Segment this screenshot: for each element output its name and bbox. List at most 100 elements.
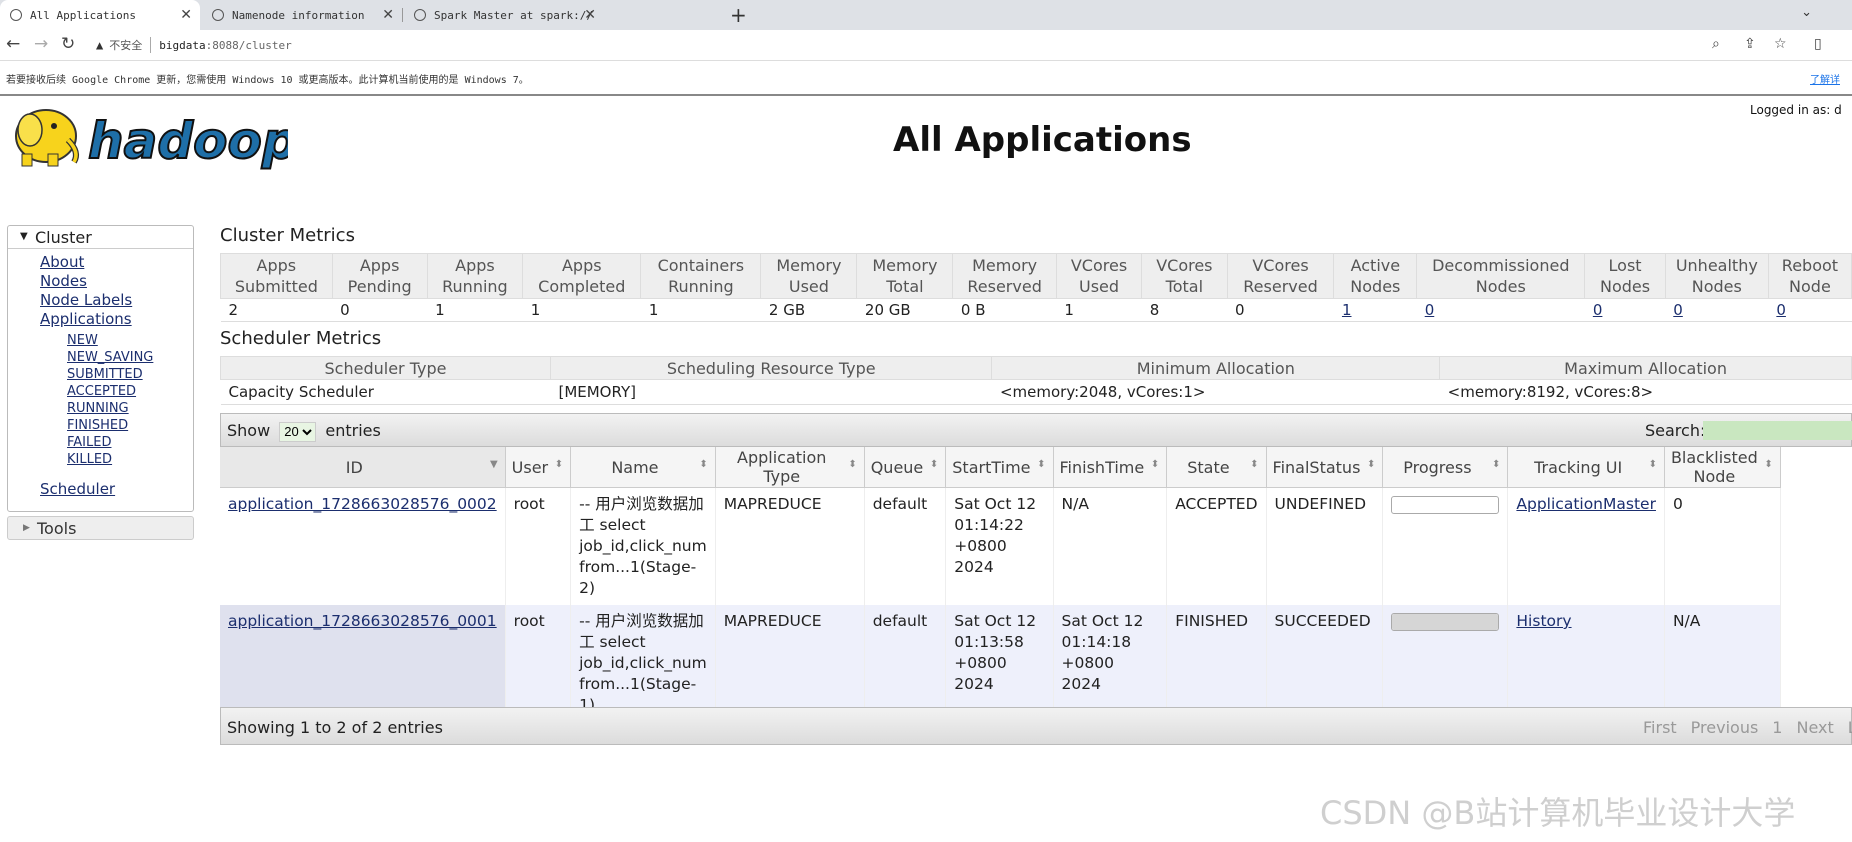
forward-icon[interactable]: → [34,34,48,54]
pager-1[interactable]: 1 [1772,718,1782,737]
back-icon[interactable]: ← [6,34,20,54]
table-cell: MAPREDUCE [715,487,865,605]
application-id-link[interactable]: application_1728663028576_0002 [228,495,497,513]
chevron-down-icon[interactable]: ⌄ [1801,5,1812,20]
column-header: Apps Submitted [220,253,333,299]
metric-value: 2 [220,298,333,322]
metric-value: 1 [1056,298,1142,322]
nav-state-submitted[interactable]: SUBMITTED [67,367,143,382]
nav-applications[interactable]: Applications [40,310,132,328]
tab-namenode[interactable]: Namenode information ✕ [202,0,403,30]
column-header-finalstatus[interactable]: FinalStatus ⬍ [1266,447,1384,488]
column-header: Memory Used [760,253,858,299]
metric-link[interactable]: 0 [1425,301,1435,319]
metric-link[interactable]: 0 [1673,301,1683,319]
column-header-id[interactable]: ID ▼ [220,447,506,488]
tools-nav[interactable]: ▶ Tools [7,516,194,540]
search-label: Search: [1645,421,1706,440]
table-cell: application_1728663028576_0002 [220,487,506,605]
tracking-ui-link[interactable]: ApplicationMaster [1516,495,1656,513]
page-title: All Applications [893,120,1192,160]
column-header-state[interactable]: State ⬍ [1166,447,1267,488]
tracking-ui-link[interactable]: History [1516,612,1571,630]
close-icon[interactable]: ✕ [180,7,192,23]
star-icon[interactable]: ☆ [1774,36,1787,52]
column-header: Apps Completed [522,253,642,299]
table-cell: N/A [1053,487,1168,605]
column-header-user[interactable]: User ⬍ [505,447,572,488]
column-header-tracking-ui[interactable]: Tracking UI ⬍ [1507,447,1665,488]
update-infobar: 若要接收后续 Google Chrome 更新，您需使用 Windows 10 … [0,61,1852,96]
table-cell: -- 用户浏览数据加工 select job_id,click_num from… [570,605,716,722]
metric-link[interactable]: 0 [1593,301,1603,319]
nav-node-labels[interactable]: Node Labels [40,291,132,309]
metric-value[interactable]: 0 [1768,298,1852,322]
pager-first[interactable]: First [1643,718,1677,737]
new-tab-icon[interactable]: + [730,3,747,27]
nav-state-new-saving[interactable]: NEW_SAVING [67,350,153,365]
sort-icon: ⬍ [1367,459,1376,470]
nav-state-accepted[interactable]: ACCEPTED [67,384,136,399]
column-header: Active Nodes [1333,253,1418,299]
column-header-blacklisted-node[interactable]: Blacklisted Node ⬍ [1664,447,1781,488]
cluster-nav: ▼ Cluster About Nodes Node Labels Applic… [7,225,194,512]
nav-scheduler[interactable]: Scheduler [40,480,115,498]
zoom-icon[interactable]: ⌕ [1712,36,1720,52]
table-cell: <memory:8192, vCores:8> [1439,379,1852,405]
column-header-queue[interactable]: Queue ⬍ [864,447,947,488]
column-header: Maximum Allocation [1439,356,1852,380]
table-cell: MAPREDUCE [715,605,865,722]
nav-about[interactable]: About [40,253,84,271]
nav-state-killed[interactable]: KILLED [67,452,112,467]
column-header-application-type[interactable]: Application Type ⬍ [715,447,865,488]
table-cell: ACCEPTED [1166,487,1267,605]
column-header-starttime[interactable]: StartTime ⬍ [945,447,1054,488]
application-id-link[interactable]: application_1728663028576_0001 [228,612,497,630]
column-header: Memory Total [856,253,954,299]
column-header: Apps Pending [331,253,428,299]
tab-title: All Applications [30,8,136,22]
address-bar[interactable]: ▲ 不安全 bigdata:8088/cluster [96,33,1736,57]
column-header-name[interactable]: Name ⬍ [570,447,716,488]
nav-state-running[interactable]: RUNNING [67,401,129,416]
metric-value[interactable]: 0 [1584,298,1666,322]
metric-link[interactable]: 1 [1342,301,1352,319]
table-cell: root [505,605,572,722]
watermark: CSDN @B站计算机毕业设计大学 [1320,794,1796,832]
search-input[interactable] [1703,421,1852,440]
nav-state-failed[interactable]: FAILED [67,435,111,450]
infobar-link[interactable]: 了解详 [1810,71,1840,86]
reload-icon[interactable]: ↻ [61,34,75,54]
pager-l[interactable]: L [1848,718,1852,737]
metric-value[interactable]: 1 [1333,298,1417,322]
pager-next[interactable]: Next [1796,718,1833,737]
sort-icon: ⬍ [554,459,564,470]
table-cell: application_1728663028576_0001 [220,605,506,722]
nav-state-finished[interactable]: FINISHED [67,418,128,433]
side-panel-icon[interactable]: ▯ [1814,36,1822,52]
scheduler-metrics-table: Scheduler Type Scheduling Resource Type … [220,356,1852,405]
table-cell: SUCCEEDED [1266,605,1384,722]
metric-value[interactable]: 0 [1416,298,1585,322]
metric-value[interactable]: 0 [1665,298,1769,322]
pager-previous[interactable]: Previous [1691,718,1759,737]
nav-nodes[interactable]: Nodes [40,272,87,290]
tab-all-applications[interactable]: All Applications ✕ [0,0,200,30]
sort-icon: ⬍ [1150,459,1160,470]
column-header-progress[interactable]: Progress ⬍ [1382,447,1509,488]
table-cell: ApplicationMaster [1507,487,1665,605]
metric-link[interactable]: 0 [1776,301,1786,319]
tools-label: Tools [37,519,77,538]
column-header: Lost Nodes [1584,253,1666,299]
close-icon[interactable]: ✕ [382,7,394,23]
share-icon[interactable]: ⇪ [1744,36,1756,52]
close-icon[interactable]: ✕ [584,7,596,23]
page-size-select[interactable]: 20 [279,421,317,442]
table-cell: History [1507,605,1665,722]
tab-strip: All Applications ✕ Namenode information … [0,0,1852,30]
table-cell: default [864,605,947,722]
cluster-nav-header[interactable]: ▼ Cluster [8,226,193,249]
tab-spark-master[interactable]: Spark Master at spark://bigda ✕ [404,0,604,30]
column-header-finishtime[interactable]: FinishTime ⬍ [1053,447,1168,488]
nav-state-new[interactable]: NEW [67,333,98,348]
